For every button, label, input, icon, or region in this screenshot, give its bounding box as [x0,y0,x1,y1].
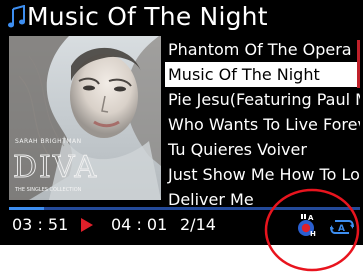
title-bar: Music Of The Night [0,0,363,34]
total-time: 04 : 01 [111,215,168,234]
list-item[interactable]: Tu Quieres Voiver [165,137,360,162]
elapsed-time: 03 : 51 [12,215,69,234]
list-item[interactable]: Pie Jesu(Featuring Paul M.. [165,87,360,112]
page-title: Music Of The Night [27,2,268,31]
list-item[interactable]: Just Show Me How To Lo.. [165,162,360,187]
list-item[interactable]: Phantom Of The Opera [165,37,360,62]
album-artist-text: SARAH BRIGHTMAN [15,138,82,145]
list-item-selected[interactable]: Music Of The Night [165,62,360,87]
album-art: SARAH BRIGHTMAN DIVA THE SINGLES COLLECT… [9,36,161,200]
music-note-icon [8,5,25,28]
annotation-circle [264,188,360,272]
album-subtitle-text: THE SINGLES COLLECTION [14,187,82,193]
track-position: 2/14 [180,215,216,234]
scrollbar[interactable] [357,40,360,88]
play-icon[interactable] [80,217,94,233]
list-item[interactable]: Who Wants To Live Forev.. [165,112,360,137]
album-title-text: DIVA [13,150,98,185]
progress-fill [9,207,45,210]
